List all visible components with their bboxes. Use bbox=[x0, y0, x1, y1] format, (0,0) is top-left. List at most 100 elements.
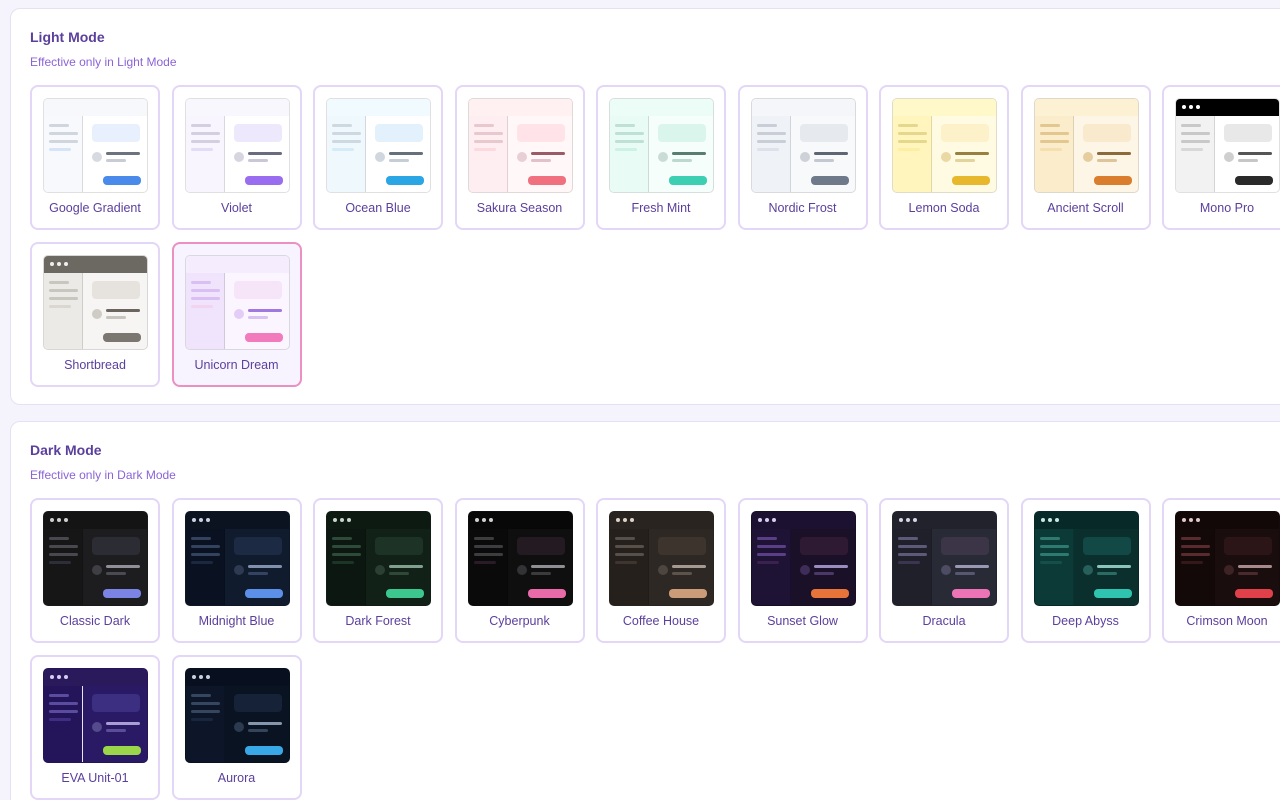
preview-text-line bbox=[955, 572, 975, 575]
preview-sidebar-line bbox=[332, 537, 352, 540]
theme-preview bbox=[892, 511, 997, 606]
theme-card-sakura-season[interactable]: Sakura Season bbox=[454, 85, 585, 230]
preview-sidebar bbox=[185, 273, 225, 349]
theme-card-label: Midnight Blue bbox=[198, 614, 275, 628]
preview-sidebar-line bbox=[49, 702, 78, 705]
theme-card-eva-unit-01[interactable]: EVA Unit-01 bbox=[30, 655, 160, 800]
preview-sidebar-line bbox=[332, 140, 361, 143]
preview-sidebar bbox=[893, 529, 932, 605]
theme-preview bbox=[750, 98, 856, 193]
preview-text-line bbox=[106, 159, 126, 162]
preview-avatar bbox=[658, 565, 668, 575]
preview-text-line bbox=[247, 572, 268, 575]
theme-card-violet[interactable]: Violet bbox=[171, 85, 302, 230]
preview-button bbox=[244, 333, 283, 342]
theme-card-label: Nordic Frost bbox=[768, 201, 837, 215]
theme-card-lemon-soda[interactable]: Lemon Soda bbox=[879, 85, 1009, 230]
preview-sidebar-line bbox=[756, 140, 786, 143]
theme-card-crimson-moon[interactable]: Crimson Moon bbox=[1162, 498, 1280, 643]
theme-preview bbox=[326, 98, 431, 193]
preview-text-line bbox=[672, 159, 692, 162]
preview-card bbox=[941, 537, 989, 555]
preview-avatar bbox=[799, 565, 810, 575]
preview-sidebar-line bbox=[756, 553, 786, 556]
preview-text-line bbox=[1238, 159, 1258, 162]
preview-button bbox=[669, 589, 707, 598]
theme-card-fresh-mint[interactable]: Fresh Mint bbox=[596, 85, 726, 230]
theme-card-ancient-scroll[interactable]: Ancient Scroll bbox=[1020, 85, 1151, 230]
preview-button bbox=[244, 746, 283, 755]
theme-card-label: Crimson Moon bbox=[1186, 614, 1268, 628]
preview-titlebar bbox=[893, 512, 996, 529]
theme-preview bbox=[1033, 98, 1139, 193]
preview-text-line bbox=[106, 572, 126, 575]
preview-sidebar bbox=[1176, 116, 1215, 192]
theme-card-midnight-blue[interactable]: Midnight Blue bbox=[171, 498, 302, 643]
theme-card-deep-abyss[interactable]: Deep Abyss bbox=[1020, 498, 1151, 643]
preview-card bbox=[516, 537, 565, 555]
preview-button bbox=[952, 589, 990, 598]
theme-card-mono-pro[interactable]: Mono Pro bbox=[1162, 85, 1280, 230]
theme-preview bbox=[467, 98, 573, 193]
preview-sidebar bbox=[44, 529, 83, 605]
preview-sidebar-line bbox=[49, 545, 78, 548]
preview-text-line bbox=[106, 152, 140, 155]
preview-sidebar-line bbox=[473, 537, 494, 540]
theme-card-cyberpunk[interactable]: Cyberpunk bbox=[454, 498, 585, 643]
theme-preview bbox=[43, 668, 148, 763]
theme-card-label: Mono Pro bbox=[1199, 201, 1255, 215]
preview-sidebar-line bbox=[1039, 140, 1069, 143]
preview-sidebar-line bbox=[190, 140, 220, 143]
preview-sidebar bbox=[185, 529, 225, 605]
window-dots-icon bbox=[757, 518, 776, 522]
theme-card-label: Deep Abyss bbox=[1052, 614, 1119, 628]
theme-card-shortbread[interactable]: Shortbread bbox=[30, 242, 160, 387]
preview-button bbox=[386, 589, 424, 598]
preview-card bbox=[799, 537, 848, 555]
theme-card-classic-dark[interactable]: Classic Dark bbox=[30, 498, 160, 643]
theme-card-ocean-blue[interactable]: Ocean Blue bbox=[313, 85, 443, 230]
theme-card-google-gradient[interactable]: Google Gradient bbox=[30, 85, 160, 230]
light-mode-subtitle: Effective only in Light Mode bbox=[30, 55, 177, 69]
preview-text-line bbox=[389, 565, 423, 568]
preview-sidebar bbox=[468, 116, 508, 192]
theme-card-coffee-house[interactable]: Coffee House bbox=[596, 498, 726, 643]
preview-titlebar bbox=[44, 669, 147, 686]
preview-text-line bbox=[672, 565, 706, 568]
theme-card-label: Lemon Soda bbox=[908, 201, 980, 215]
window-dots-icon bbox=[1182, 105, 1200, 109]
preview-sidebar bbox=[44, 686, 83, 762]
preview-sidebar bbox=[1176, 529, 1215, 605]
theme-card-nordic-frost[interactable]: Nordic Frost bbox=[737, 85, 868, 230]
preview-titlebar bbox=[1034, 512, 1138, 529]
preview-sidebar-line bbox=[49, 148, 71, 151]
preview-avatar bbox=[233, 152, 244, 162]
preview-sidebar-line bbox=[1039, 553, 1069, 556]
theme-card-aurora[interactable]: Aurora bbox=[171, 655, 302, 800]
preview-sidebar-line bbox=[190, 281, 211, 284]
theme-card-label: Dracula bbox=[922, 614, 966, 628]
theme-preview bbox=[43, 511, 148, 606]
theme-card-dracula[interactable]: Dracula bbox=[879, 498, 1009, 643]
preview-sidebar bbox=[610, 116, 649, 192]
preview-button bbox=[810, 176, 849, 185]
theme-card-label: Aurora bbox=[217, 771, 256, 785]
preview-sidebar-line bbox=[190, 694, 211, 697]
preview-sidebar-line bbox=[190, 545, 220, 548]
window-dots-icon bbox=[899, 518, 917, 522]
preview-text-line bbox=[1096, 159, 1117, 162]
theme-card-sunset-glow[interactable]: Sunset Glow bbox=[737, 498, 868, 643]
preview-sidebar-line bbox=[615, 140, 644, 143]
theme-preview bbox=[184, 255, 290, 350]
preview-sidebar bbox=[610, 529, 649, 605]
theme-card-unicorn-dream[interactable]: Unicorn Dream bbox=[171, 242, 302, 387]
theme-card-dark-forest[interactable]: Dark Forest bbox=[313, 498, 443, 643]
preview-sidebar-line bbox=[49, 305, 71, 308]
preview-avatar bbox=[516, 152, 527, 162]
preview-sidebar bbox=[751, 529, 791, 605]
preview-sidebar-line bbox=[190, 702, 220, 705]
preview-sidebar-line bbox=[190, 124, 211, 127]
preview-sidebar bbox=[185, 116, 225, 192]
preview-sidebar-line bbox=[756, 148, 779, 151]
preview-sidebar-line bbox=[49, 718, 71, 721]
